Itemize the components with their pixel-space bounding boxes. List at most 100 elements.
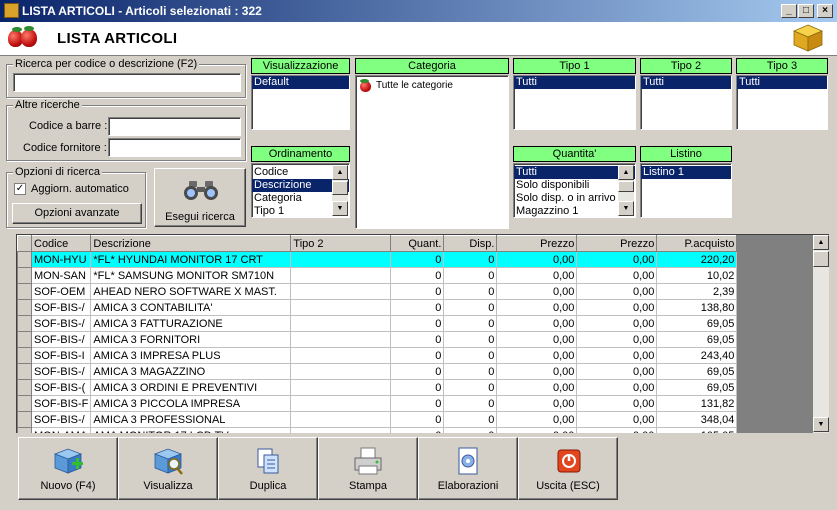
table-cell[interactable]: 0 <box>443 251 498 268</box>
table-cell[interactable]: 0 <box>390 283 445 300</box>
table-row[interactable]: SOF-BIS-/AMICA 3 FATTURAZIONE 0 0 0,00 0,00 6… <box>17 315 738 332</box>
table-cell[interactable]: 0 <box>443 379 498 396</box>
table-cell[interactable] <box>290 347 392 364</box>
table-cell[interactable]: AMICA 3 FATTURAZIONE <box>90 315 292 332</box>
table-cell[interactable]: MON-SAN <box>31 267 92 284</box>
scroll-up-icon[interactable]: ▲ <box>618 165 634 180</box>
auto-update-checkbox[interactable]: ✓ <box>14 183 26 195</box>
table-cell[interactable]: 0 <box>443 283 498 300</box>
table-cell[interactable]: 0,00 <box>576 411 658 428</box>
table-cell[interactable]: 0 <box>390 427 445 433</box>
table-cell[interactable] <box>290 331 392 348</box>
row-indicator[interactable] <box>17 331 32 348</box>
table-row[interactable]: MON-SAN *FL* SAMSUNG MONITOR SM710N 0 0 0,00… <box>17 267 738 284</box>
table-cell[interactable] <box>290 299 392 316</box>
table-row[interactable]: SOF-BIS-(AMICA 3 ORDINI E PREVENTIVI 0 0 0,… <box>17 379 738 396</box>
table-cell[interactable]: AMICA 3 IMPRESA PLUS <box>90 347 292 364</box>
scroll-down-icon[interactable]: ▼ <box>813 417 829 432</box>
table-row[interactable]: SOF-BIS-/AMICA 3 MAGAZZINO 0 0 0,00 0,00 69,0… <box>17 363 738 380</box>
table-row[interactable]: SOF-BIS-/AMICA 3 CONTABILITA' 0 0 0,00 0,00 1… <box>17 299 738 316</box>
scroll-thumb[interactable] <box>332 181 348 195</box>
supplier-code-field[interactable] <box>108 138 241 157</box>
table-cell[interactable]: 0 <box>443 363 498 380</box>
table-cell[interactable]: 0 <box>443 411 498 428</box>
table-cell[interactable]: AMICA 3 CONTABILITA' <box>90 299 292 316</box>
type2-list[interactable]: Tutti <box>640 75 732 130</box>
table-cell[interactable]: 0 <box>443 299 498 316</box>
table-cell[interactable]: 0 <box>443 427 498 433</box>
table-cell[interactable]: SOF-BIS-F <box>31 395 92 412</box>
table-cell[interactable]: 131,82 <box>656 395 738 412</box>
row-indicator[interactable] <box>17 347 32 364</box>
table-cell[interactable]: MON-HYU <box>31 251 92 268</box>
table-cell[interactable]: 0 <box>390 395 445 412</box>
table-row[interactable]: SOF-BIS-/AMICA 3 PROFESSIONAL 0 0 0,00 0,00 3… <box>17 411 738 428</box>
table-cell[interactable]: 348,04 <box>656 411 738 428</box>
search-input[interactable] <box>13 73 241 92</box>
scroll-up-icon[interactable]: ▲ <box>813 235 829 250</box>
row-indicator[interactable] <box>17 395 32 412</box>
table-cell[interactable]: 0,00 <box>576 379 658 396</box>
row-indicator[interactable] <box>17 251 32 268</box>
table-row[interactable]: SOF-BIS-F AMICA 3 PICCOLA IMPRESA 0 0 0,00 0,… <box>17 395 738 412</box>
row-indicator[interactable] <box>17 299 32 316</box>
sort-list[interactable]: Codice Descrizione Categoria Tipo 1 ▲ ▼ <box>251 163 350 218</box>
table-cell[interactable] <box>290 267 392 284</box>
type1-list[interactable]: Tutti <box>513 75 636 130</box>
table-cell[interactable]: 0 <box>390 267 445 284</box>
table-cell[interactable]: 0,00 <box>576 251 658 268</box>
table-cell[interactable]: 69,05 <box>656 379 738 396</box>
table-cell[interactable]: 0 <box>390 315 445 332</box>
table-cell[interactable] <box>290 395 392 412</box>
column-header[interactable]: Prezzo <box>576 235 658 252</box>
scroll-down-icon[interactable]: ▼ <box>332 201 348 216</box>
table-cell[interactable]: SOF-BIS-/ <box>31 331 92 348</box>
table-cell[interactable]: 0,00 <box>576 363 658 380</box>
table-cell[interactable]: 0,00 <box>496 315 578 332</box>
close-button[interactable]: × <box>817 4 833 18</box>
table-cell[interactable]: MON-AMA <box>31 427 92 433</box>
articles-grid[interactable]: Codice Descrizione Tipo 2 Quant. Disp. P… <box>16 234 829 433</box>
table-cell[interactable]: AMICA 3 PICCOLA IMPRESA <box>90 395 292 412</box>
table-cell[interactable]: 0,00 <box>576 283 658 300</box>
column-header[interactable]: Codice <box>30 235 92 252</box>
table-cell[interactable] <box>290 363 392 380</box>
row-indicator[interactable] <box>17 267 32 284</box>
table-cell[interactable] <box>290 411 392 428</box>
exit-button[interactable]: Uscita (ESC) <box>518 437 618 500</box>
new-button[interactable]: Nuovo (F4) <box>18 437 118 500</box>
category-item[interactable]: Tutte le categorie <box>375 80 454 91</box>
table-cell[interactable]: 0 <box>390 347 445 364</box>
list-item[interactable]: Tutti <box>514 76 635 89</box>
table-cell[interactable]: 220,20 <box>656 251 738 268</box>
column-header[interactable]: Descrizione <box>90 235 292 252</box>
table-cell[interactable]: 105,05 <box>656 427 738 433</box>
table-cell[interactable]: 0,00 <box>496 283 578 300</box>
table-cell[interactable]: 0,00 <box>496 299 578 316</box>
table-cell[interactable]: 69,05 <box>656 363 738 380</box>
column-header[interactable]: P.acquisto <box>656 235 738 252</box>
sort-scrollbar[interactable]: ▲ ▼ <box>332 165 348 216</box>
type3-list[interactable]: Tutti <box>736 75 828 130</box>
table-cell[interactable]: AHEAD NERO SOFTWARE X MAST. <box>90 283 292 300</box>
table-cell[interactable]: SOF-BIS-( <box>31 379 92 396</box>
table-cell[interactable] <box>290 315 392 332</box>
table-cell[interactable]: SOF-BIS-I <box>31 347 92 364</box>
table-cell[interactable]: 0 <box>443 315 498 332</box>
table-cell[interactable]: 0,00 <box>496 395 578 412</box>
view-button[interactable]: Visualizza <box>118 437 218 500</box>
list-item[interactable]: Tutti <box>514 166 635 179</box>
table-cell[interactable]: 0 <box>390 411 445 428</box>
table-cell[interactable]: 0 <box>390 251 445 268</box>
table-cell[interactable]: 10,02 <box>656 267 738 284</box>
table-cell[interactable]: 0 <box>443 267 498 284</box>
minimize-button[interactable]: _ <box>781 4 797 18</box>
list-item[interactable]: Default <box>252 76 349 89</box>
table-cell[interactable]: 0 <box>390 379 445 396</box>
table-cell[interactable]: 243,40 <box>656 347 738 364</box>
table-cell[interactable]: 0,00 <box>496 411 578 428</box>
table-cell[interactable]: AMICA 3 ORDINI E PREVENTIVI <box>90 379 292 396</box>
table-cell[interactable]: *FL* HYUNDAI MONITOR 17 CRT <box>90 251 292 268</box>
table-cell[interactable]: AMICA 3 MAGAZZINO <box>90 363 292 380</box>
maximize-button[interactable]: □ <box>798 4 814 18</box>
